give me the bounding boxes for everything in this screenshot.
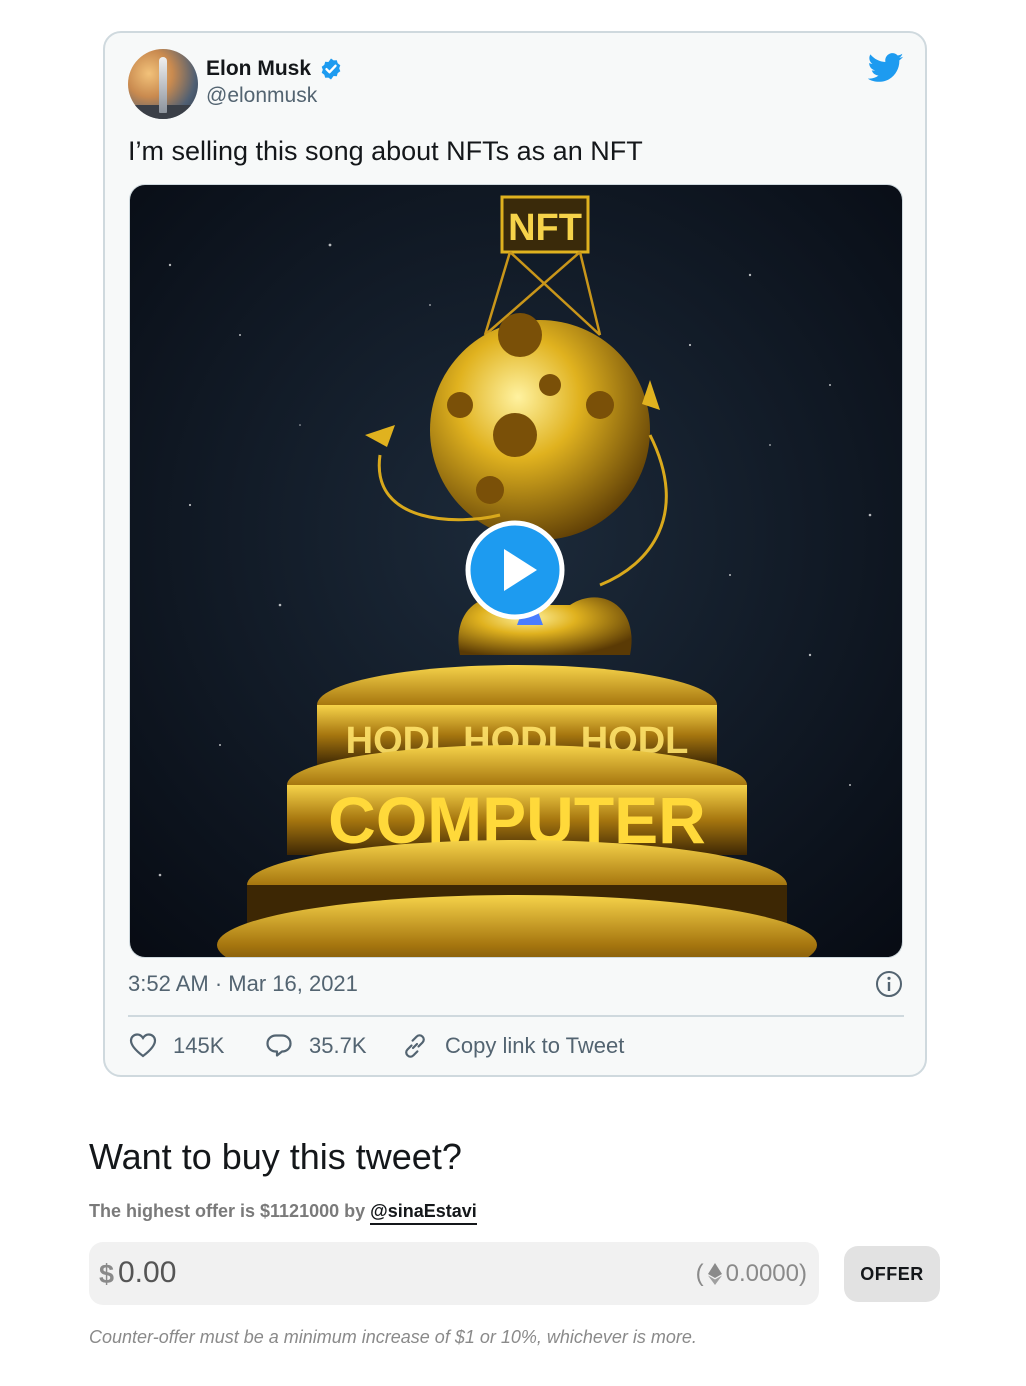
link-icon [405, 1034, 425, 1058]
offer-amount-field[interactable]: $ ( 0.0000) [89, 1242, 819, 1305]
tweet-card[interactable]: Elon Musk @elonmusk I’m selling this son… [103, 31, 927, 1077]
tweet-video[interactable]: NFT HODL HODL HODL COMPUTER [129, 184, 903, 958]
eth-open-paren: ( [695, 1260, 704, 1287]
heart-icon [129, 1033, 157, 1058]
nft-sign-text: NFT [508, 207, 582, 249]
buy-tweet-heading: Want to buy this tweet? [89, 1136, 462, 1177]
highest-offer-user-link[interactable]: @sinaEstavi [370, 1201, 477, 1225]
highest-offer-text: The highest offer is $1121000 by @sinaEs… [89, 1201, 477, 1225]
speech-bubble-icon [266, 1034, 292, 1057]
currency-symbol: $ [99, 1259, 115, 1289]
author-name[interactable]: Elon Musk [206, 57, 311, 81]
author-avatar[interactable] [128, 49, 198, 119]
author-handle[interactable]: @elonmusk [206, 84, 317, 108]
ethereum-icon [707, 1263, 722, 1285]
counter-offer-note: Counter-offer must be a minimum increase… [89, 1327, 697, 1347]
tweet-text: I’m selling this song about NFTs as an N… [128, 136, 643, 166]
info-icon[interactable] [875, 970, 903, 998]
avatar-rocket [159, 57, 167, 113]
copy-link-label: Copy link to Tweet [445, 1033, 625, 1058]
offer-button[interactable]: OFFER [844, 1246, 940, 1302]
tweet-timestamp[interactable]: 3:52 AM · Mar 16, 2021 [128, 971, 358, 997]
action-divider [128, 1015, 904, 1017]
verified-badge-icon [321, 58, 341, 80]
like-button[interactable]: 145K [129, 1029, 224, 1063]
reply-count: 35.7K [309, 1033, 367, 1058]
twitter-bird-icon[interactable] [868, 53, 904, 83]
eth-conversion: ( 0.0000) [696, 1260, 807, 1288]
like-count: 145K [173, 1033, 225, 1058]
play-icon[interactable] [465, 520, 565, 620]
eth-value: 0.0000) [725, 1260, 807, 1287]
copy-link-button[interactable]: Copy link to Tweet [401, 1029, 624, 1063]
reply-button[interactable]: 35.7K [265, 1029, 367, 1063]
offer-amount-input[interactable] [118, 1251, 678, 1295]
highest-offer-prefix: The highest offer is $1121000 by [89, 1201, 366, 1221]
